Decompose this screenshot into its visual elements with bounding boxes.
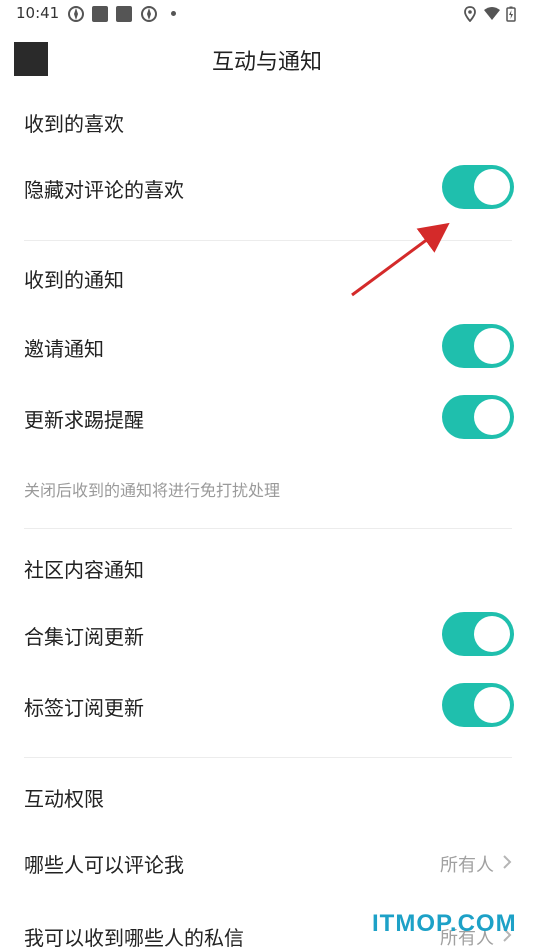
status-bar: 10:41	[0, 0, 534, 28]
toggle-hide-comment-likes[interactable]	[442, 165, 514, 209]
location-icon	[464, 6, 476, 22]
toggle-collection-updates[interactable]	[442, 612, 514, 656]
section-title-community: 社区内容通知	[24, 558, 144, 582]
row-who-can-comment[interactable]: 哪些人可以评论我 所有人	[0, 830, 534, 890]
toggle-knob	[474, 169, 510, 205]
section-title-notifications: 收到的通知	[24, 268, 124, 292]
toggle-knob	[474, 687, 510, 723]
divider	[24, 757, 512, 758]
app-notification-icon	[68, 6, 84, 22]
row-label-update-reminder: 更新求踢提醒	[24, 408, 144, 432]
chevron-right-icon	[503, 855, 512, 869]
more-notifications-dot-icon	[171, 11, 176, 16]
annotation-arrow-icon	[351, 222, 450, 297]
row-label-invite: 邀请通知	[24, 337, 104, 361]
toggle-knob	[474, 399, 510, 435]
section-title-permissions: 互动权限	[24, 787, 104, 811]
toggle-update-reminder[interactable]	[442, 395, 514, 439]
battery-icon	[506, 6, 516, 22]
row-label-tag-updates: 标签订阅更新	[24, 696, 144, 720]
row-label-collection-updates: 合集订阅更新	[24, 625, 144, 649]
wifi-icon	[484, 7, 500, 20]
row-label-who-can-message: 我可以收到哪些人的私信	[24, 926, 244, 950]
toggle-knob	[474, 616, 510, 652]
toggle-knob	[474, 328, 510, 364]
site-watermark: ITMOP.COM	[372, 910, 517, 937]
row-label-hide-comment-likes: 隐藏对评论的喜欢	[24, 178, 184, 202]
toggle-invite[interactable]	[442, 324, 514, 368]
app-notification-icon	[92, 6, 108, 22]
page-title: 互动与通知	[211, 50, 322, 75]
app-notification-icon	[141, 6, 157, 22]
divider	[24, 528, 512, 529]
status-time: 10:41	[16, 4, 60, 22]
toggle-tag-updates[interactable]	[442, 683, 514, 727]
header: 互动与通知	[0, 30, 534, 88]
notifications-hint: 关闭后收到的通知将进行免打扰处理	[24, 481, 281, 500]
app-notification-icon	[116, 6, 132, 22]
row-label-who-can-comment: 哪些人可以评论我	[24, 853, 184, 877]
section-title-likes: 收到的喜欢	[24, 112, 124, 136]
who-can-comment-value: 所有人	[440, 855, 494, 876]
